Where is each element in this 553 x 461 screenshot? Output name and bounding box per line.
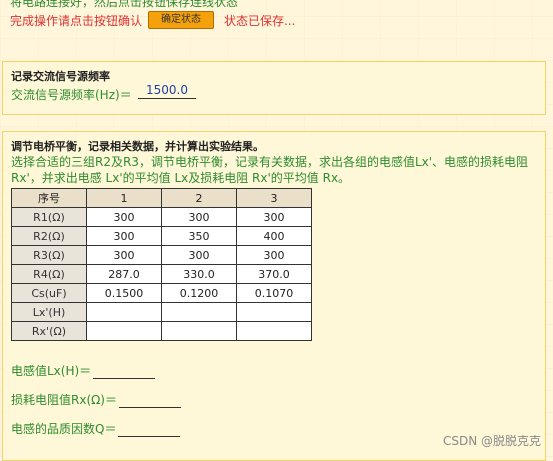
frequency-panel: 记录交流信号源频率 交流信号源频率(Hz)＝ 1500.0 [2, 61, 546, 115]
table-cell-input[interactable] [86, 321, 162, 341]
table-cell-input[interactable]: 300 [86, 226, 162, 246]
table-cell-input[interactable]: 300 [236, 207, 312, 227]
rx-label: 损耗电阻值Rx(Ω)＝ [11, 393, 117, 407]
table-row: Rx'(Ω) [11, 321, 312, 341]
watermark: CSDN @脱脱克克 [442, 434, 541, 448]
table-cell-input[interactable]: 287.0 [86, 264, 162, 284]
table-cell-input[interactable] [236, 321, 312, 341]
table-cell-input[interactable] [161, 302, 237, 322]
header-col-2: 2 [161, 188, 237, 208]
row-label: R4(Ω) [11, 264, 87, 284]
q-result: 电感的品质因数Q＝ [11, 420, 181, 437]
table-cell-input[interactable]: 300 [86, 207, 162, 227]
row-label: Lx'(H) [11, 302, 87, 322]
wiring-instruction: 将电路连接好，然后点击按钮保存连线状态 [10, 0, 239, 9]
header-col-1: 1 [86, 188, 162, 208]
lx-input[interactable] [93, 366, 156, 379]
table-row: R3(Ω) 300 300 300 [11, 245, 312, 265]
frequency-label: 交流信号源频率(Hz)＝ [11, 88, 132, 102]
rx-input[interactable] [118, 395, 181, 408]
confirm-status-button[interactable]: 确定状态 [148, 11, 215, 29]
bridge-description: 选择合适的三组R2及R3，调节电桥平衡，记录有关数据，求出各组的电感值Lx'、电… [11, 155, 529, 185]
data-table: 序号 1 2 3 R1(Ω) 300 300 300 R2(Ω) 300 350… [11, 188, 312, 341]
status-text: 状态已保存... [224, 13, 296, 28]
row-label: R1(Ω) [11, 207, 87, 227]
table-row: Lx'(H) [11, 302, 312, 322]
table-cell-input[interactable]: 300 [236, 245, 312, 265]
row-label: R2(Ω) [11, 226, 87, 246]
table-cell-input[interactable]: 0.1200 [161, 283, 237, 303]
row-label: Rx'(Ω) [11, 321, 87, 341]
table-cell-input[interactable]: 0.1070 [236, 283, 312, 303]
table-cell-input[interactable] [161, 321, 237, 341]
table-row: R2(Ω) 300 350 400 [11, 226, 312, 246]
header-col-3: 3 [236, 188, 312, 208]
row-label: R3(Ω) [11, 245, 87, 265]
table-cell-input[interactable] [86, 302, 162, 322]
q-label: 电感的品质因数Q＝ [11, 422, 117, 436]
q-input[interactable] [118, 424, 181, 437]
table-cell-input[interactable] [236, 302, 312, 322]
row-label: Cs(uF) [11, 283, 87, 303]
lx-label: 电感值Lx(H)＝ [11, 364, 92, 378]
confirm-instruction: 完成操作请点击按钮确认 [10, 13, 143, 28]
bridge-panel: 调节电桥平衡，记录相关数据，并计算出实验结果。 选择合适的三组R2及R3，调节电… [2, 131, 546, 461]
table-row: R4(Ω) 287.0 330.0 370.0 [11, 264, 312, 284]
table-cell-input[interactable]: 370.0 [236, 264, 312, 284]
table-cell-input[interactable]: 300 [161, 245, 237, 265]
bridge-title: 调节电桥平衡，记录相关数据，并计算出实验结果。 [11, 140, 264, 153]
rx-result: 损耗电阻值Rx(Ω)＝ [11, 391, 181, 408]
table-cell-input[interactable]: 300 [86, 245, 162, 265]
table-row: R1(Ω) 300 300 300 [11, 207, 312, 227]
lx-result: 电感值Lx(H)＝ [11, 362, 156, 379]
table-row: Cs(uF) 0.1500 0.1200 0.1070 [11, 283, 312, 303]
table-cell-input[interactable]: 400 [236, 226, 312, 246]
frequency-title: 记录交流信号源频率 [11, 70, 110, 83]
table-cell-input[interactable]: 330.0 [161, 264, 237, 284]
table-header-row: 序号 1 2 3 [11, 188, 312, 208]
table-cell-input[interactable]: 300 [161, 207, 237, 227]
confirm-row: 完成操作请点击按钮确认 确定状态 状态已保存... [10, 11, 295, 29]
frequency-input[interactable]: 1500.0 [138, 83, 196, 99]
table-cell-input[interactable]: 350 [161, 226, 237, 246]
header-index: 序号 [11, 188, 87, 208]
table-cell-input[interactable]: 0.1500 [86, 283, 162, 303]
